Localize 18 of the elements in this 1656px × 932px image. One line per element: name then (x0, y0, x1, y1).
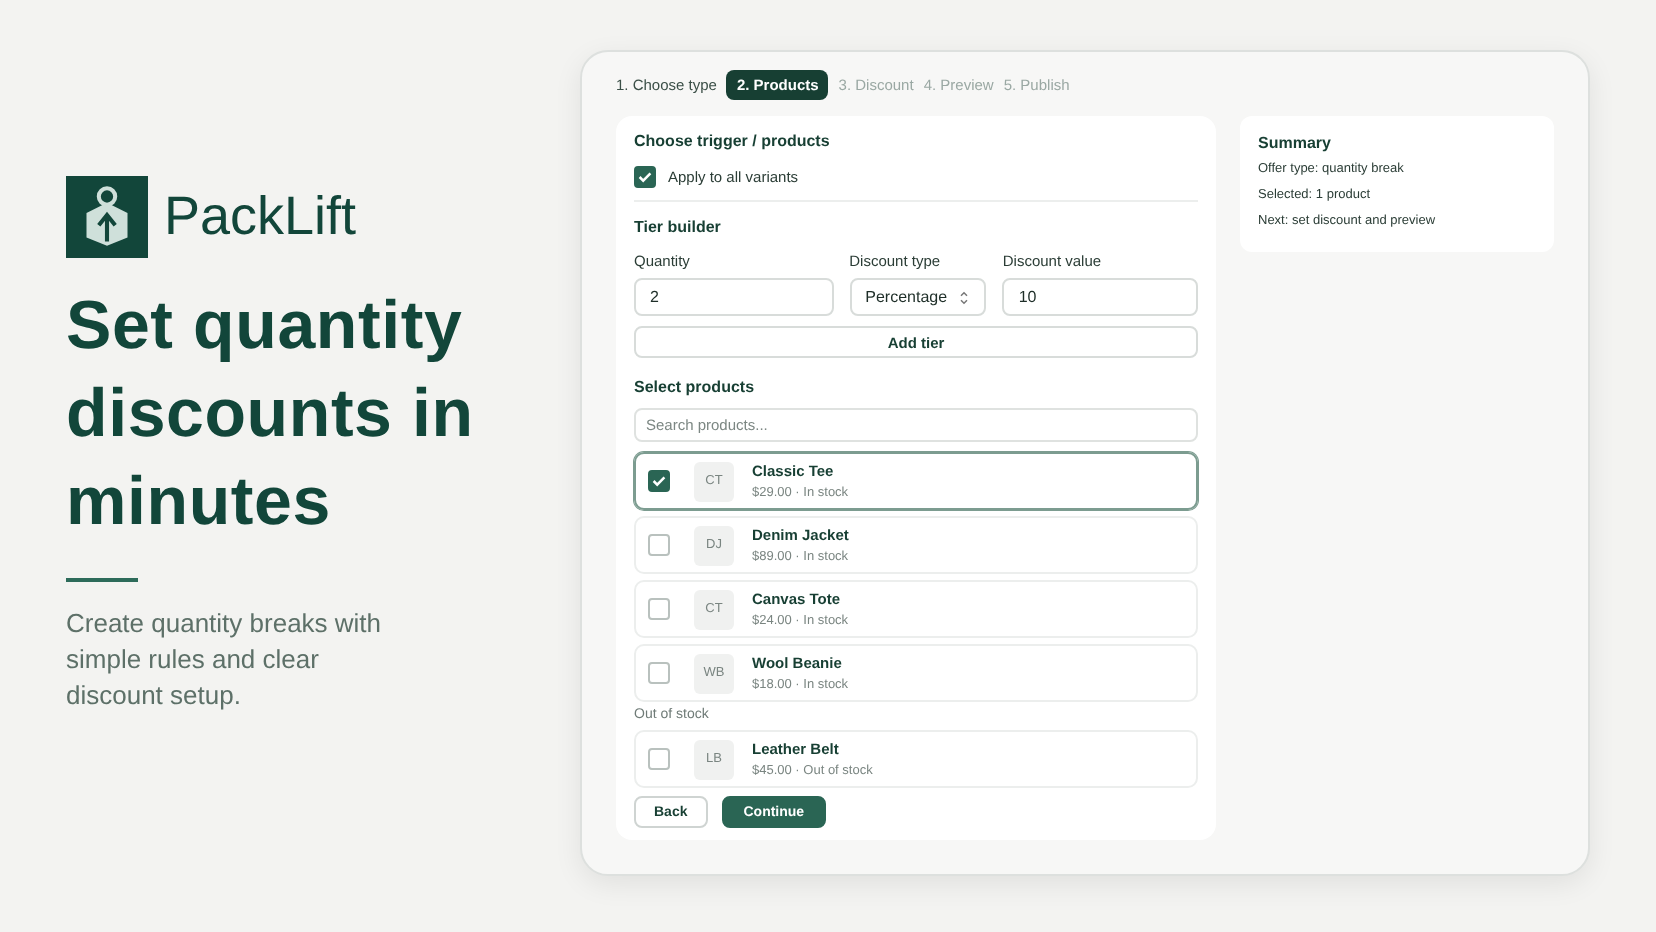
checkbox[interactable] (634, 166, 656, 188)
section-title: Select products (634, 378, 757, 396)
summary-title: Summary (1258, 134, 1333, 152)
logo-icon (66, 176, 148, 258)
checkbox[interactable] (648, 598, 670, 620)
input-field[interactable]: 2 (634, 278, 834, 316)
checkbox[interactable] (648, 534, 670, 556)
checkbox[interactable] (648, 470, 670, 492)
checkbox[interactable] (648, 748, 670, 770)
checkbox[interactable] (648, 662, 670, 684)
section-title: Choose trigger / products (634, 132, 832, 150)
section-title: Tier builder (634, 218, 723, 236)
brand-name: PackLift (164, 186, 357, 248)
select-field[interactable]: Percentage (849, 278, 987, 316)
chevron-updown-icon (958, 287, 971, 307)
subtext: Create quantity breaks with simple rules and clear discount setup. (66, 606, 384, 714)
headline: Set quantity discounts in minutes (66, 286, 476, 544)
input-field[interactable]: 10 (1002, 278, 1198, 316)
